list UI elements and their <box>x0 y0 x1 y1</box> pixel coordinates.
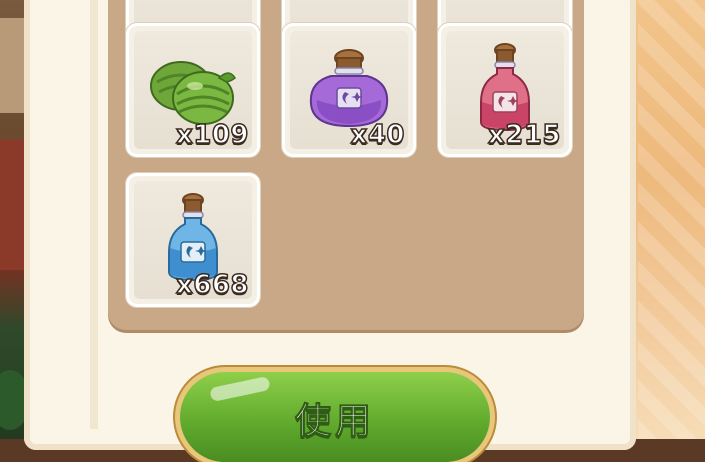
inventory-slot-red-potion[interactable]: x215 <box>441 26 569 154</box>
item-count: x109 <box>175 119 249 151</box>
side-decoration <box>628 0 705 439</box>
inventory-panel: x109 x40 x215 x668 <box>108 0 584 330</box>
inventory-slot-melon[interactable]: x109 <box>129 26 257 154</box>
use-button[interactable]: 使用 <box>180 372 490 462</box>
inventory-slot-purple-potion[interactable]: x40 <box>285 26 413 154</box>
item-count: x668 <box>175 269 249 301</box>
item-count: x40 <box>350 119 405 151</box>
item-count: x215 <box>487 119 561 151</box>
inventory-slot-blue-potion[interactable]: x668 <box>129 176 257 304</box>
use-button-label: 使用 <box>294 401 375 443</box>
